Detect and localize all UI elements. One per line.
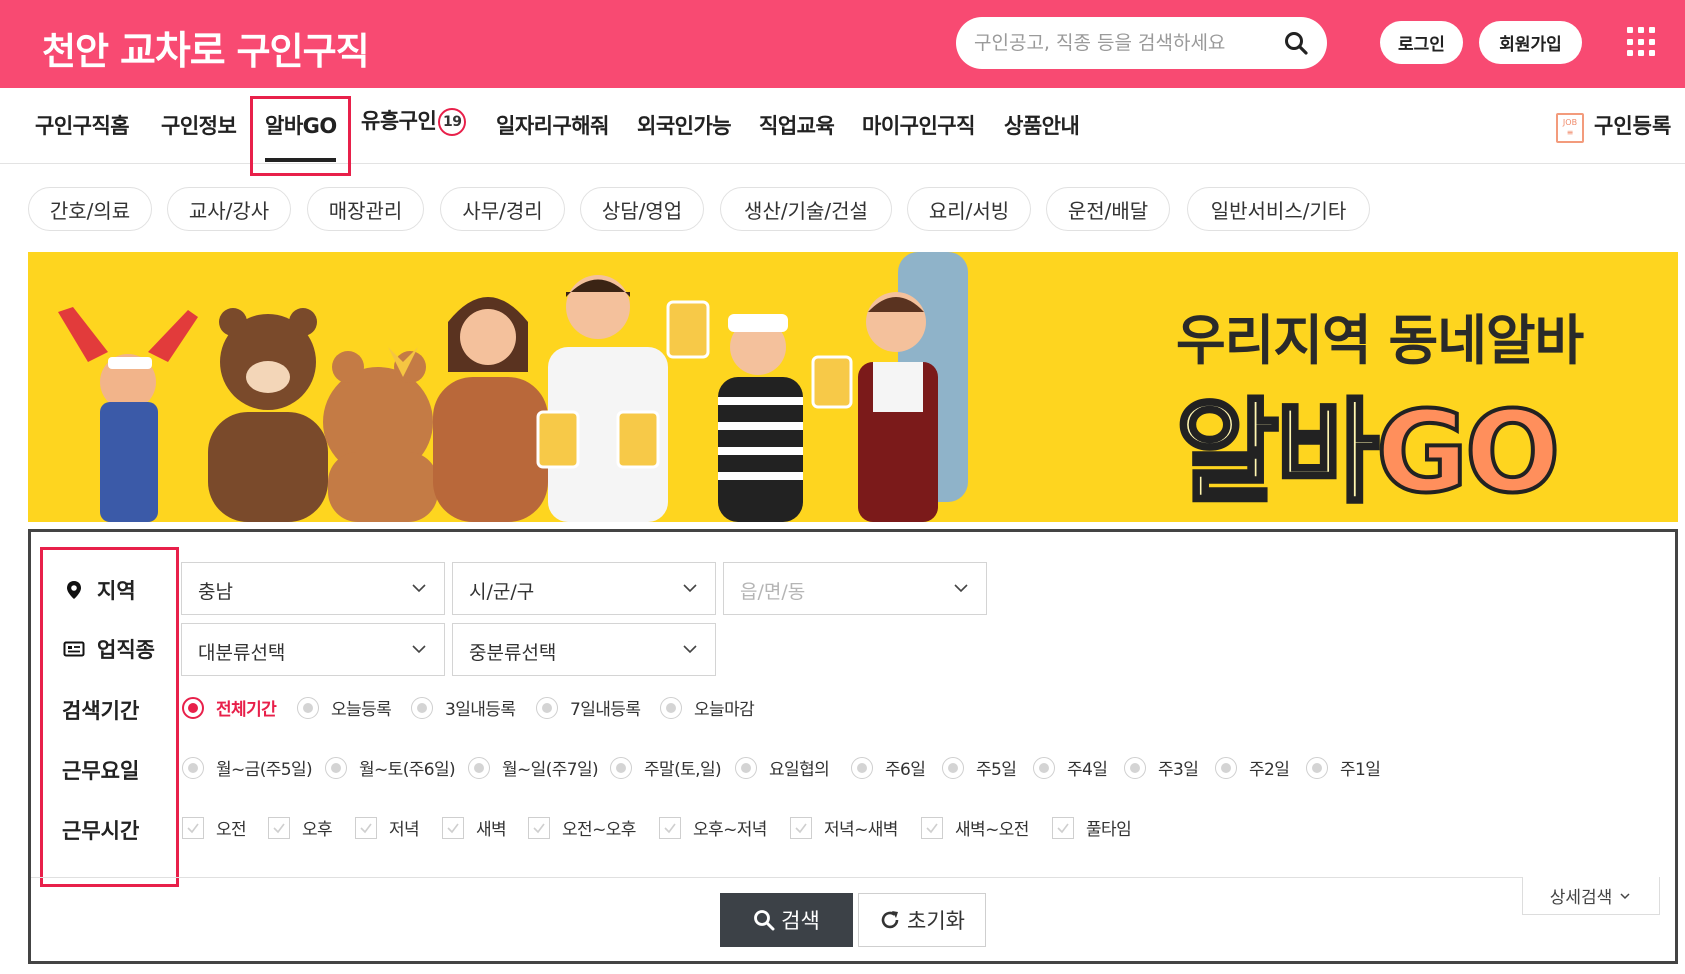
job-register-link[interactable]: 구인등록 <box>1594 110 1671 140</box>
chevron-down-icon <box>1620 892 1630 899</box>
nav-item-my-page[interactable]: 마이구인구직 <box>862 110 975 140</box>
refresh-icon <box>881 911 899 929</box>
category-chip-cooking[interactable]: 요리/서빙 <box>907 187 1031 231</box>
category-chip-store[interactable]: 매장관리 <box>307 187 424 231</box>
workday-radio-5days[interactable]: 주5일 <box>942 755 1017 780</box>
filter-label-job: 업직종 <box>63 634 155 664</box>
search-box <box>956 17 1327 69</box>
nav-item-adult-jobs[interactable]: 유흥구인 19 <box>361 105 467 136</box>
category-chip-sales[interactable]: 상담/영업 <box>580 187 704 231</box>
category-chip-teacher[interactable]: 교사/강사 <box>167 187 291 231</box>
worktime-check-morning[interactable]: 오전 <box>182 815 247 840</box>
adult-19-badge: 19 <box>438 108 467 136</box>
nav-item-adult-label: 유흥구인 <box>361 109 437 133</box>
banner-illustration <box>58 252 968 522</box>
chevron-down-icon <box>412 645 426 654</box>
region-province-select[interactable]: 충남 <box>181 562 445 615</box>
workday-radio-2days[interactable]: 주2일 <box>1215 755 1290 780</box>
workday-radio-mon-fri[interactable]: 월~금(주5일) <box>182 755 313 780</box>
workday-radio-mon-sat[interactable]: 월~토(주6일) <box>325 755 456 780</box>
period-radio-closing-today[interactable]: 오늘마감 <box>660 695 755 720</box>
filter-label-worktime: 근무시간 <box>62 819 140 843</box>
period-radio-today[interactable]: 오늘등록 <box>297 695 392 720</box>
nav-item-find-me-job[interactable]: 일자리구해줘 <box>496 110 609 140</box>
nav-item-home[interactable]: 구인구직홈 <box>35 110 130 140</box>
logo-city: 천안 <box>42 30 109 73</box>
worktime-check-evening-dawn[interactable]: 저녁~새벽 <box>790 815 898 840</box>
period-radio-7days[interactable]: 7일내등록 <box>536 695 641 720</box>
workday-radio-4days[interactable]: 주4일 <box>1033 755 1108 780</box>
all-menu-icon[interactable] <box>1627 27 1657 57</box>
search-icon[interactable] <box>1283 30 1309 56</box>
category-chip-medical[interactable]: 간호/의료 <box>28 187 152 231</box>
albago-banner[interactable]: 우리지역 동네알바 알바GO <box>28 252 1678 522</box>
category-chip-general[interactable]: 일반서비스/기타 <box>1187 187 1370 231</box>
worktime-check-dawn[interactable]: 새벽 <box>442 815 507 840</box>
worktime-check-fulltime[interactable]: 풀타임 <box>1052 815 1132 840</box>
period-radio-all[interactable]: 전체기간 <box>182 695 277 720</box>
region-city-select[interactable]: 시/군/구 <box>452 562 716 615</box>
workday-radio-3days[interactable]: 주3일 <box>1124 755 1199 780</box>
job-major-select[interactable]: 대분류선택 <box>181 623 445 676</box>
worktime-check-afternoon[interactable]: 오후 <box>268 815 333 840</box>
job-register-icon: JOB ≡ <box>1556 113 1584 143</box>
worktime-check-evening[interactable]: 저녁 <box>355 815 420 840</box>
active-tab-underline <box>265 158 336 162</box>
workday-radio-weekend[interactable]: 주말(토,일) <box>610 755 722 780</box>
login-button[interactable]: 로그인 <box>1380 21 1463 64</box>
filter-label-period: 검색기간 <box>62 699 140 723</box>
category-chip-driving[interactable]: 운전/배달 <box>1046 187 1170 231</box>
nav-item-jobs[interactable]: 구인정보 <box>161 110 237 140</box>
active-tab-highlight <box>250 96 351 176</box>
worktime-check-afternoon-evening[interactable]: 오후~저녁 <box>659 815 767 840</box>
search-button[interactable]: 검색 <box>720 893 853 947</box>
workday-radio-1day[interactable]: 주1일 <box>1306 755 1381 780</box>
search-input[interactable] <box>974 27 1274 59</box>
workday-radio-mon-sun[interactable]: 월~일(주7일) <box>468 755 599 780</box>
chevron-down-icon <box>683 584 697 593</box>
period-radio-3days[interactable]: 3일내등록 <box>411 695 516 720</box>
workday-radio-6days[interactable]: 주6일 <box>851 755 926 780</box>
banner-title: 알바GO <box>1174 362 1562 522</box>
reset-button[interactable]: 초기화 <box>858 893 986 947</box>
worktime-check-dawn-morning[interactable]: 새벽~오전 <box>921 815 1029 840</box>
job-middle-select[interactable]: 중분류선택 <box>452 623 716 676</box>
location-pin-icon <box>67 581 81 599</box>
workday-radio-negotiable[interactable]: 요일협의 <box>735 755 830 780</box>
filter-label-region: 지역 <box>63 575 136 605</box>
banner-title-go: GO <box>1374 386 1562 520</box>
banner-title-alba: 알바 <box>1174 386 1381 520</box>
nav-item-products[interactable]: 상품안내 <box>1004 110 1080 140</box>
id-card-icon <box>63 641 85 657</box>
chevron-down-icon <box>954 584 968 593</box>
filter-label-workdays: 근무요일 <box>62 759 140 783</box>
filter-divider <box>31 877 1553 878</box>
chevron-down-icon <box>683 645 697 654</box>
chevron-down-icon <box>412 584 426 593</box>
detail-search-toggle[interactable]: 상세검색 <box>1522 877 1660 915</box>
main-nav: 구인구직홈 구인정보 알바GO 유흥구인 19 일자리구해줘 외국인가능 직업교육… <box>0 88 1685 176</box>
region-town-select[interactable]: 읍/면/동 <box>723 562 987 615</box>
category-chip-office[interactable]: 사무/경리 <box>440 187 565 231</box>
logo-section: 구인구직 <box>236 30 370 73</box>
logo-brand: 교차로 <box>119 29 226 74</box>
search-icon <box>754 910 775 931</box>
category-chip-production[interactable]: 생산/기술/건설 <box>720 187 892 231</box>
signup-button[interactable]: 회원가입 <box>1479 21 1582 64</box>
top-header: 천안 교차로 구인구직 로그인 회원가입 <box>0 0 1685 88</box>
nav-item-training[interactable]: 직업교육 <box>759 110 835 140</box>
worktime-check-morning-afternoon[interactable]: 오전~오후 <box>528 815 636 840</box>
nav-item-foreigner[interactable]: 외국인가능 <box>637 110 732 140</box>
site-logo[interactable]: 천안 교차로 구인구직 <box>42 20 370 76</box>
